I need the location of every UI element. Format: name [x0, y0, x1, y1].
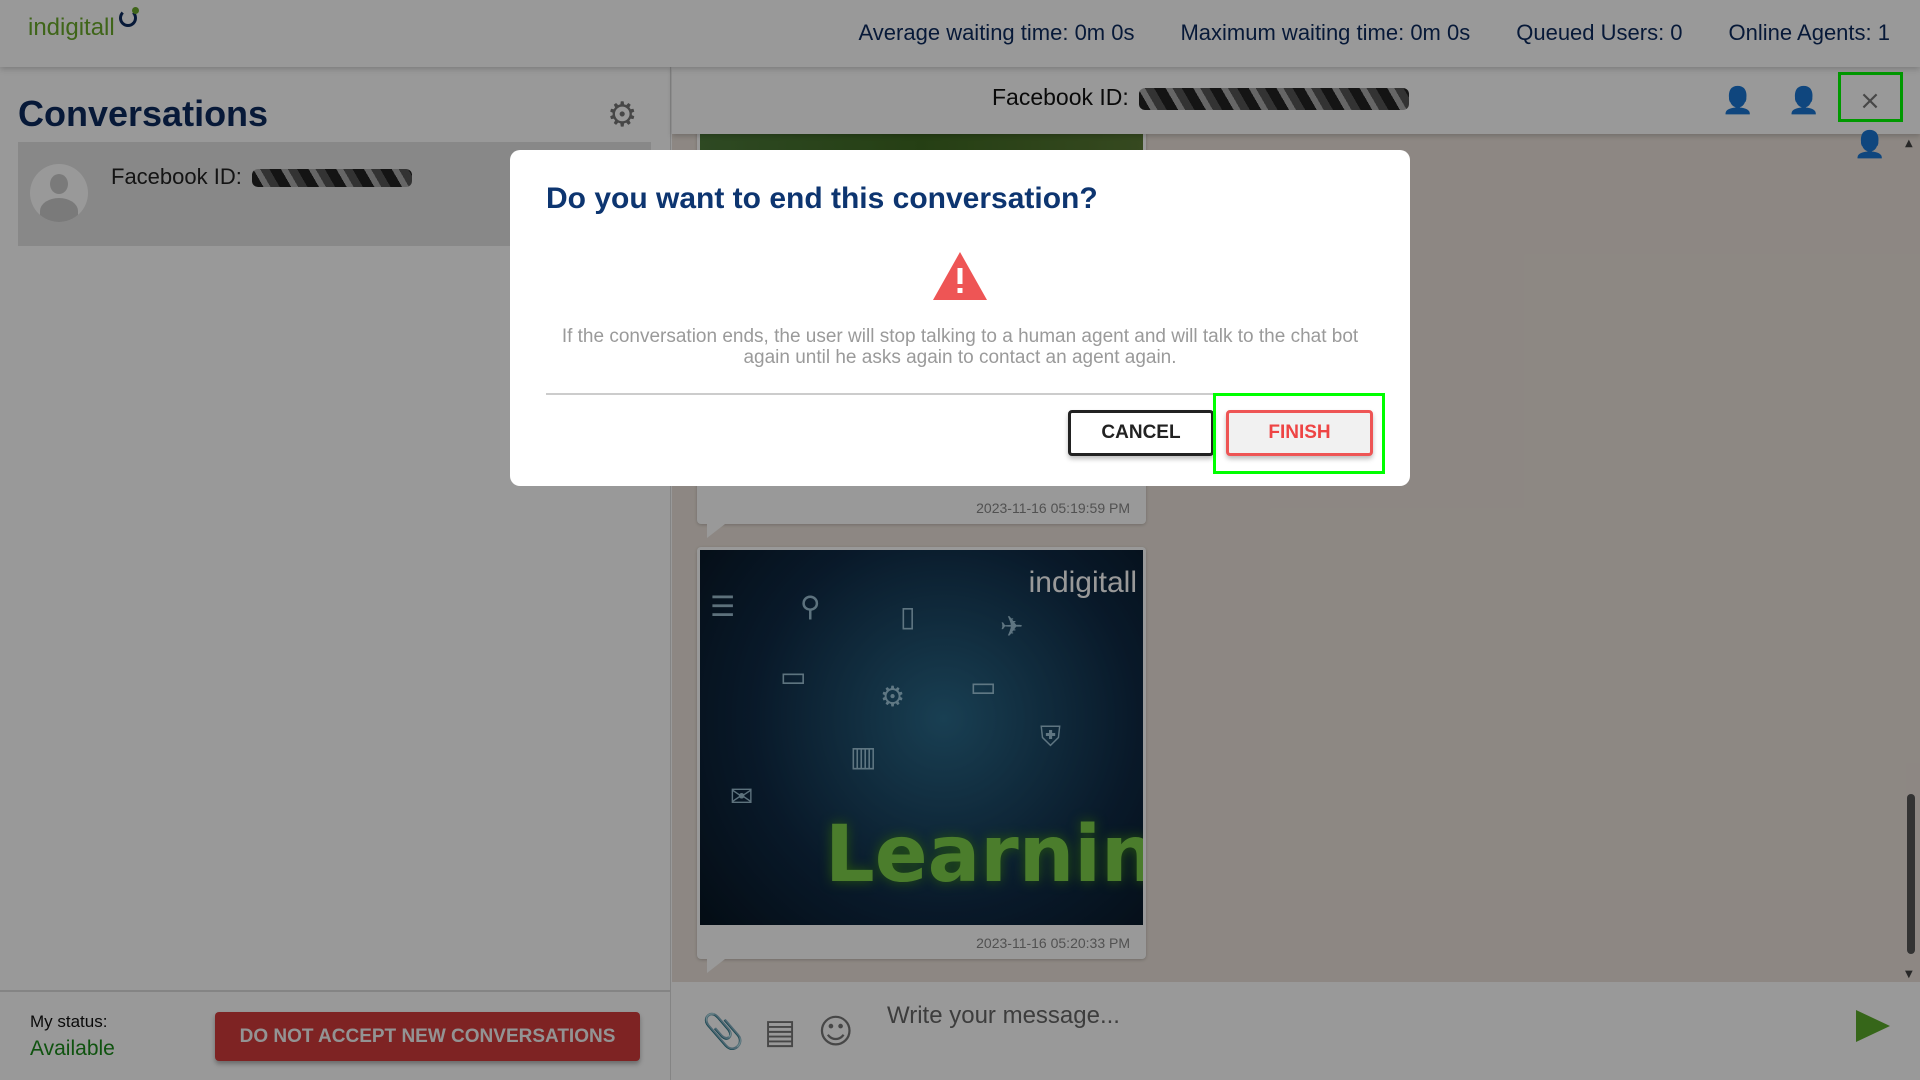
dialog-message: If the conversation ends, the user will …: [561, 326, 1359, 368]
cancel-button[interactable]: CANCEL: [1068, 410, 1214, 456]
end-conversation-dialog: Do you want to end this conversation? If…: [510, 150, 1410, 486]
highlight-box: [1213, 393, 1385, 474]
warning-icon: [933, 252, 987, 300]
dialog-title: Do you want to end this conversation?: [546, 182, 1098, 215]
